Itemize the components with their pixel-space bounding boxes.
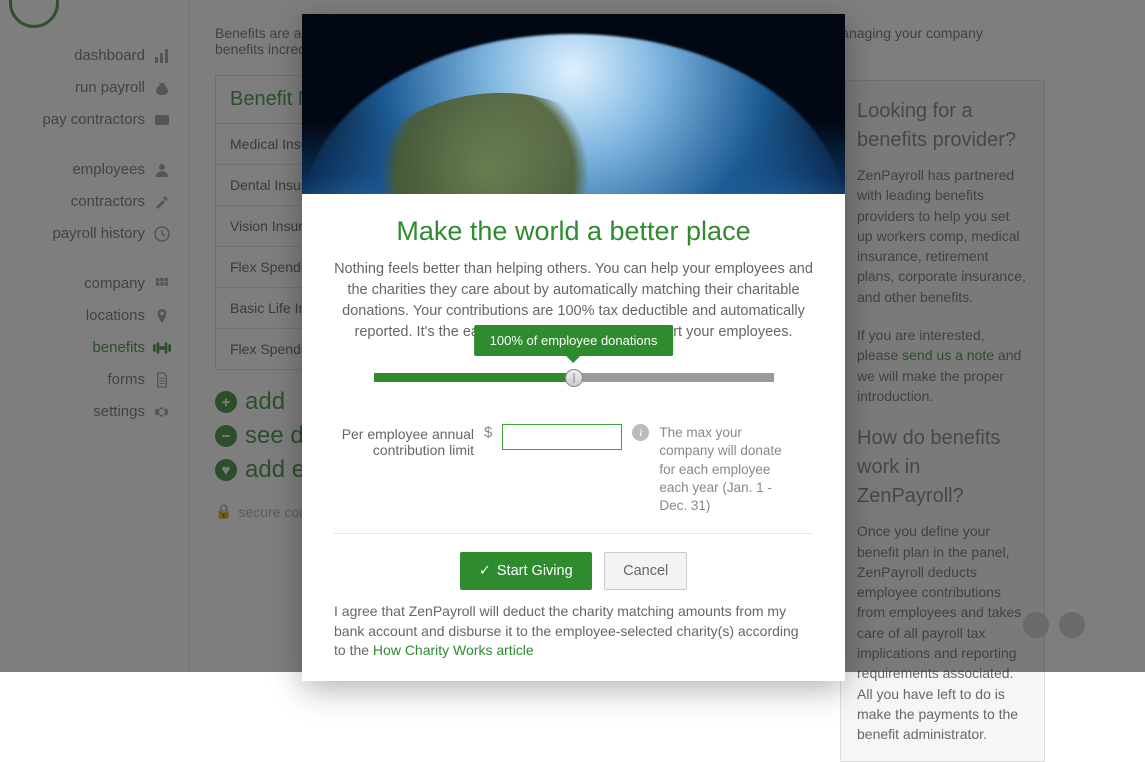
start-giving-button[interactable]: ✓ Start Giving	[460, 552, 592, 590]
limit-label: Per employee annual contribution limit	[334, 424, 474, 458]
limit-help-text: The max your company will donate for eac…	[659, 424, 799, 515]
charity-modal: Make the world a better place Nothing fe…	[302, 14, 845, 681]
slider-fill	[374, 373, 574, 382]
slider-tooltip: 100% of employee donations	[474, 325, 674, 356]
agreement-text: I agree that ZenPayroll will deduct the …	[302, 596, 845, 661]
slider-thumb[interactable]	[565, 369, 583, 387]
how-charity-works-link[interactable]: How Charity Works article	[373, 642, 534, 658]
button-label: Start Giving	[497, 563, 573, 579]
info-icon[interactable]: i	[632, 424, 649, 441]
donation-match-slider[interactable]	[374, 373, 774, 382]
dollar-sign: $	[484, 424, 492, 441]
cancel-button[interactable]: Cancel	[604, 552, 687, 590]
contribution-limit-input[interactable]	[502, 424, 622, 450]
hero-image	[302, 14, 845, 194]
button-label: Cancel	[623, 563, 668, 579]
modal-title: Make the world a better place	[334, 216, 813, 247]
check-icon: ✓	[479, 563, 491, 579]
